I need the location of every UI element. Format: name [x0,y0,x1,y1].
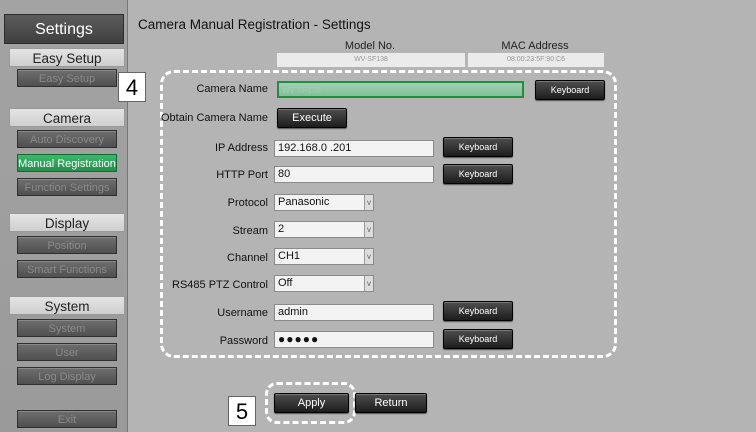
http-port-label: HTTP Port [216,169,268,181]
protocol-select[interactable]: Panasonic v [274,194,374,211]
chevron-down-icon: v [364,276,373,291]
keyboard-button-camera-name[interactable]: Keyboard [535,80,605,100]
keyboard-button-password[interactable]: Keyboard [443,329,513,349]
apply-button[interactable]: Apply [274,393,349,413]
page-title: Camera Manual Registration - Settings [138,17,371,32]
mac-address-header: MAC Address [501,40,569,52]
execute-button[interactable]: Execute [277,108,347,128]
password-label: Password [219,335,268,347]
keyboard-button-http[interactable]: Keyboard [443,164,513,184]
username-label: Username [217,307,268,319]
chevron-down-icon: v [364,195,373,210]
camera-name-label: Camera Name [196,83,268,95]
chevron-down-icon: v [364,249,373,264]
keyboard-button-ip[interactable]: Keyboard [443,137,513,157]
password-input[interactable]: ●●●●● [274,331,434,348]
sidebar: Settings Easy Setup Easy Setup Camera Au… [0,0,128,432]
stream-value: 2 [278,223,285,235]
obtain-camera-name-label: Obtain Camera Name [161,112,268,124]
model-no-header: Model No. [344,40,396,52]
stream-label: Stream [232,225,268,237]
rs485-value: Off [278,277,293,289]
username-input[interactable]: admin [274,304,434,321]
protocol-label: Protocol [227,197,268,209]
callout-5: 5 [228,396,256,426]
protocol-value: Panasonic [278,196,330,208]
ip-address-label: IP Address [215,142,268,154]
keyboard-button-username[interactable]: Keyboard [443,301,513,321]
sidebar-item-log-display[interactable]: Log Display [17,367,117,385]
return-button[interactable]: Return [355,393,427,413]
sidebar-item-exit[interactable]: Exit [17,410,117,428]
chevron-down-icon: v [364,222,373,237]
http-port-input[interactable]: 80 [274,166,434,183]
sidebar-title: Settings [4,14,124,44]
camera-name-input[interactable]: WV-SF138 [277,81,524,98]
rs485-select[interactable]: Off v [274,275,374,292]
model-no-value: WV-SF138 [277,53,465,67]
stream-select[interactable]: 2 v [274,221,374,238]
ip-address-input[interactable]: 192.168.0 .201 [274,140,434,157]
channel-label: Channel [227,252,268,264]
mac-address-value: 08:00:23:5F:90:C6 [468,53,604,67]
channel-value: CH1 [278,250,301,262]
section-easy-setup: Easy Setup [9,48,125,67]
rs485-label: RS485 PTZ Control [172,279,268,291]
channel-select[interactable]: CH1 v [274,248,374,265]
